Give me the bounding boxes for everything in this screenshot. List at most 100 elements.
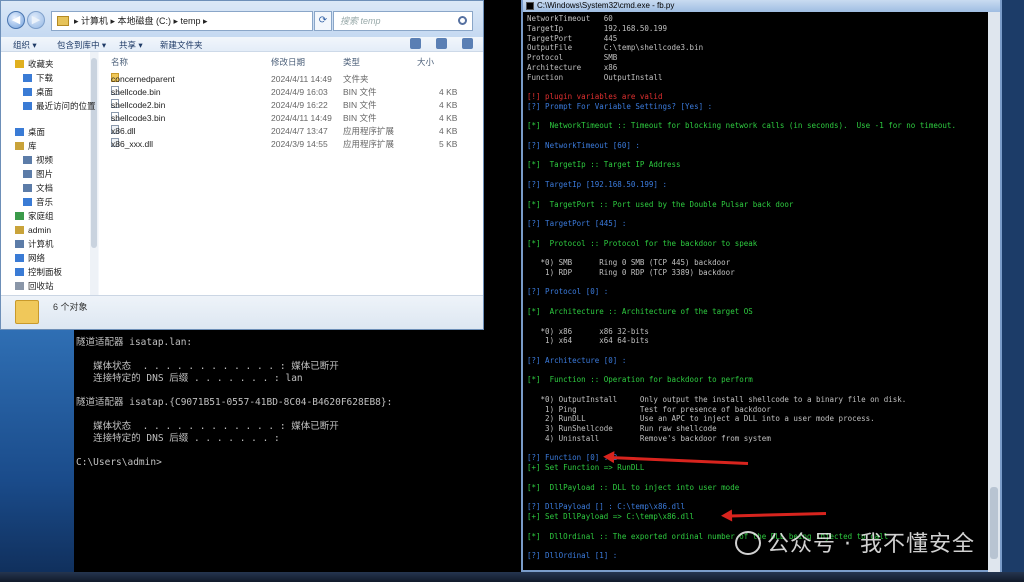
nav-item[interactable]: 计算机 (15, 238, 54, 251)
forward-button[interactable]: ▶ (27, 11, 45, 29)
file-name-text: shellcode3.bin (111, 113, 166, 123)
column-date[interactable]: 修改日期 (271, 56, 305, 68)
cmd-left-output: 隧道适配器 isatap.lan: 媒体状态 . . . . . . . . .… (76, 325, 392, 469)
cmd-window-fb[interactable]: C:\Windows\System32\cmd.exe - fb.py Netw… (521, 0, 1002, 572)
cmd-line: *0) x86 x86 32-bits (527, 326, 649, 336)
download-folder-icon (23, 74, 32, 82)
network-icon (15, 254, 24, 262)
file-row[interactable]: shellcode.bin 2024/4/9 16:03 BIN 文件 4 KB (107, 86, 475, 99)
cmd-line: 3) RunShellcode Run raw shellcode (527, 424, 717, 434)
column-size[interactable]: 大小 (417, 56, 434, 68)
explorer-address-bar-area: ◀ ▶ ▸ 计算机 ▸ 本地磁盘 (C:) ▸ temp ▸ ⟳ 搜索 temp (1, 1, 483, 37)
nav-item-label: 桌面 (36, 87, 54, 97)
nav-item[interactable]: 桌面 (15, 126, 45, 139)
share-button[interactable]: 共享 ▾ (119, 39, 143, 51)
file-date: 2024/3/9 14:55 (271, 139, 328, 149)
nav-item[interactable]: admin (15, 224, 51, 237)
cmd-line: 隧道适配器 isatap.lan: (76, 337, 193, 348)
address-bar[interactable]: ▸ 计算机 ▸ 本地磁盘 (C:) ▸ temp ▸ (51, 11, 313, 31)
file-type: 文件夹 (343, 74, 369, 84)
file-type: BIN 文件 (343, 113, 377, 123)
file-name-text: shellcode2.bin (111, 100, 166, 110)
taskbar (0, 572, 1024, 582)
column-type[interactable]: 类型 (343, 56, 360, 68)
nav-item[interactable]: 图片 (23, 168, 53, 181)
view-options (395, 38, 473, 51)
cmd-line (76, 445, 392, 457)
cmd-line: [?] NetworkTimeout [60] : (527, 140, 640, 150)
nav-item-label: 图片 (36, 169, 54, 179)
preview-pane-icon[interactable] (436, 38, 447, 49)
file-date: 2024/4/7 13:47 (271, 126, 328, 136)
nav-item[interactable]: 家庭组 (15, 210, 54, 223)
file-row[interactable]: x86_xxx.dll 2024/3/9 14:55 应用程序扩展 5 KB (107, 138, 475, 151)
cmd-line (527, 366, 989, 376)
cmd-line: [*] NetworkTimeout :: Timeout for blocki… (527, 121, 956, 131)
cmd-line: [*] TargetIp :: Target IP Address (527, 160, 681, 170)
nav-item-label: 控制面板 (28, 267, 63, 277)
explorer-window[interactable]: ◀ ▶ ▸ 计算机 ▸ 本地磁盘 (C:) ▸ temp ▸ ⟳ 搜索 temp… (0, 0, 484, 330)
nav-item[interactable]: 桌面 (23, 86, 53, 99)
cmd-line (527, 151, 989, 161)
file-size: 5 KB (439, 139, 458, 149)
back-button[interactable]: ◀ (7, 11, 25, 29)
file-row[interactable]: concernedparent 2024/4/11 14:49 文件夹 (107, 73, 475, 86)
nav-item[interactable]: 控制面板 (15, 266, 62, 279)
watermark-text: 公众号 · 我不懂安全 (767, 532, 975, 557)
nav-item[interactable]: 库 (15, 140, 37, 153)
cmd-line: NetworkTimeout 60 (527, 14, 613, 23)
file-row[interactable]: shellcode2.bin 2024/4/9 16:22 BIN 文件 4 KB (107, 99, 475, 112)
cmd-scroll-thumb[interactable] (990, 487, 998, 559)
file-size: 4 KB (439, 126, 458, 136)
cmd-line: 连接特定的 DNS 后缀 . . . . . . . : lan (76, 373, 303, 384)
cmd-line (527, 473, 989, 483)
file-name-text: x86.dll (111, 126, 136, 136)
nav-item-label: 最近访问的位置 (36, 101, 96, 111)
cmd-line: [*] Protocol :: Protocol for the backdoo… (527, 238, 758, 248)
cmd-line: 4) Uninstall Remove's backdoor from syst… (527, 433, 771, 443)
cmd-scrollbar[interactable] (988, 12, 1000, 572)
cmd-line: 1) Ping Test for presence of backdoor (527, 404, 771, 414)
navigation-pane: 收藏夹 下载 桌面 最近访问的位置 桌面库视频 图片 文档 音乐 家庭组 admin 计算机 网络 控制… (1, 52, 98, 295)
nav-item[interactable]: 网络 (15, 252, 45, 265)
cmd-line: [?] TargetIp [192.168.50.199] : (527, 180, 667, 190)
file-list: 名称 修改日期 类型 大小 concernedparent 2024/4/11 1… (99, 52, 483, 295)
file-size: 4 KB (439, 100, 458, 110)
organize-button[interactable]: 组织 ▾ (13, 39, 37, 51)
nav-item[interactable]: 下载 (23, 72, 53, 85)
cmd-line: Protocol SMB (527, 53, 618, 63)
include-in-library-button[interactable]: 包含到库中 ▾ (57, 39, 106, 51)
column-name[interactable]: 名称 (111, 56, 128, 68)
view-toggle-icon[interactable] (410, 38, 421, 49)
folder-icon (15, 300, 39, 324)
search-icon (458, 16, 467, 25)
nav-item[interactable]: 收藏夹 (15, 58, 54, 71)
nav-item[interactable]: 文档 (23, 182, 53, 195)
cmd-line: 隧道适配器 isatap.{C9071B51-0557-41BD-8C04-B4… (76, 397, 393, 408)
refresh-button[interactable]: ⟳ (314, 11, 332, 31)
nav-item[interactable]: 回收站 (15, 280, 54, 293)
file-row[interactable]: x86.dll 2024/4/7 13:47 应用程序扩展 4 KB (107, 125, 475, 138)
address-path: ▸ 计算机 ▸ 本地磁盘 (C:) ▸ temp ▸ (74, 16, 208, 26)
search-input[interactable]: 搜索 temp (333, 11, 473, 31)
cmd-line: 媒体状态 . . . . . . . . . . . . : 媒体已断开 (76, 421, 339, 432)
nav-item[interactable]: 最近访问的位置 (23, 100, 96, 113)
cmd-line (527, 346, 989, 356)
new-folder-button[interactable]: 新建文件夹 (160, 39, 203, 51)
cmd-line: [?] TargetPort [445] : (527, 219, 627, 229)
cmd-titlebar[interactable]: C:\Windows\System32\cmd.exe - fb.py (523, 0, 1000, 12)
help-icon[interactable] (462, 38, 473, 49)
file-row[interactable]: shellcode3.bin 2024/4/11 14:49 BIN 文件 4 KB (107, 112, 475, 125)
cmd-line (527, 170, 989, 180)
cmd-line: [?] Protocol [0] : (527, 287, 609, 297)
nav-item-label: admin (28, 225, 52, 235)
cmd-line (527, 444, 989, 454)
nav-item-label: 视频 (36, 155, 54, 165)
nav-item[interactable]: 视频 (23, 154, 53, 167)
cmd-line: *0) SMB Ring 0 SMB (TCP 445) backdoor (527, 258, 731, 268)
nav-scrollbar[interactable] (90, 52, 98, 295)
nav-scroll-thumb[interactable] (91, 58, 97, 248)
cmd-line: [*] DllPayload :: DLL to inject into use… (527, 482, 740, 492)
video-icon (23, 156, 32, 164)
nav-item[interactable]: 音乐 (23, 196, 53, 209)
